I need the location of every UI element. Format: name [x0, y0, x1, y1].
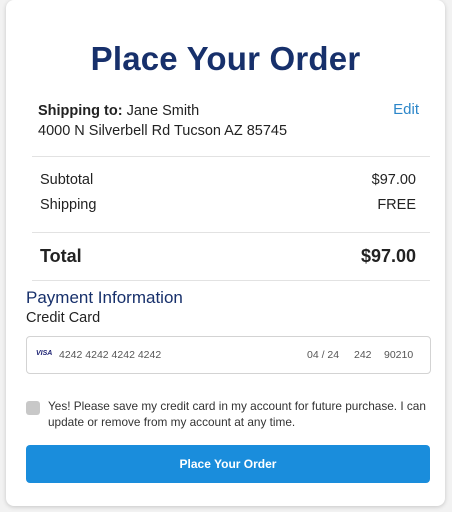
shipping-cost-value: FREE: [377, 197, 416, 213]
payment-method-label: Credit Card: [26, 310, 101, 326]
shipping-address: 4000 N Silverbell Rd Tucson AZ 85745: [38, 123, 288, 139]
subtotal-label: Subtotal: [40, 172, 94, 188]
card-number-field[interactable]: 4242 4242 4242 4242: [59, 349, 161, 361]
edit-shipping-link[interactable]: Edit: [393, 101, 419, 118]
credit-card-input[interactable]: VISA 4242 4242 4242 4242 04 / 24 242 902…: [26, 336, 431, 374]
shipping-cost-label: Shipping: [40, 197, 97, 213]
subtotal-value: $97.00: [371, 172, 416, 188]
shipping-info: Shipping to: Jane Smith 4000 N Silverbel…: [38, 101, 287, 141]
save-card-text: Yes! Please save my credit card in my ac…: [48, 399, 426, 429]
visa-icon: VISA: [36, 350, 53, 357]
card-cvc-field[interactable]: 242: [354, 349, 372, 361]
payment-title: Payment Information: [26, 288, 183, 307]
shipping-label: Shipping to:: [38, 103, 123, 119]
card-expiry-field[interactable]: 04 / 24: [307, 349, 339, 361]
divider: [32, 280, 430, 281]
total-label: Total: [40, 246, 82, 266]
order-card: Place Your Order Shipping to: Jane Smith…: [6, 0, 445, 506]
total-row: Total $97.00: [40, 246, 416, 267]
total-value: $97.00: [360, 246, 416, 266]
divider: [32, 232, 430, 233]
divider: [32, 156, 430, 157]
shipping-row: Shipping FREE: [40, 197, 416, 213]
subtotal-row: Subtotal $97.00: [40, 172, 416, 188]
save-card-checkbox[interactable]: [26, 401, 40, 415]
card-zip-field[interactable]: 90210: [384, 349, 413, 361]
shipping-name: Jane Smith: [126, 103, 200, 119]
page-title: Place Your Order: [90, 40, 361, 77]
place-order-button[interactable]: Place Your Order: [26, 445, 430, 483]
